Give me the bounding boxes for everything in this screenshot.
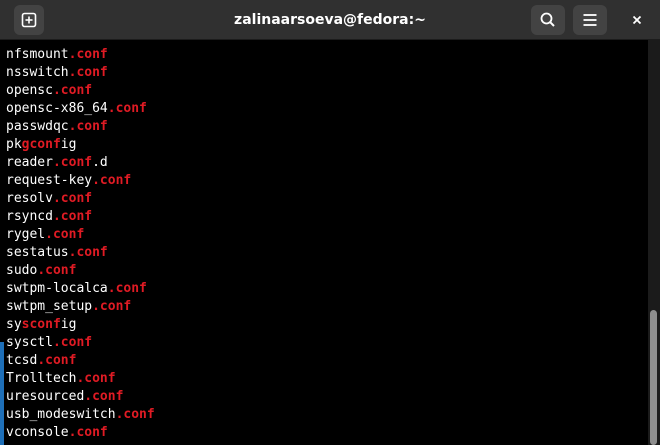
match-highlight: .conf	[52, 335, 93, 350]
line-text: sudo	[6, 263, 38, 278]
terminal-line: usb_modeswitch.conf	[0, 406, 648, 424]
line-text: ig	[60, 317, 77, 332]
line-text: pk	[6, 137, 22, 152]
line-text: request-key	[6, 173, 93, 188]
line-text: Trolltech	[6, 371, 77, 386]
line-text: reader	[6, 155, 53, 170]
terminal-window: zalinaarsoeva@fedora:~ nfsmount.conf nss…	[0, 0, 660, 445]
match-highlight: sconf	[21, 317, 61, 332]
match-highlight: .conf	[68, 65, 108, 80]
match-highlight: .conf	[84, 389, 124, 404]
line-text: .d	[92, 155, 108, 170]
line-text: uresourced	[6, 389, 85, 404]
terminal-line: opensc.conf	[0, 82, 648, 100]
line-text: opensc	[6, 83, 53, 98]
line-text: rsyncd	[6, 209, 53, 224]
terminal-line: rygel.conf	[0, 226, 648, 244]
terminal-line: sestatus.conf	[0, 244, 648, 262]
match-highlight: .conf	[68, 245, 108, 260]
new-tab-button[interactable]	[14, 5, 44, 35]
line-text: nfsmount	[6, 47, 69, 62]
main-menu-button[interactable]	[573, 5, 607, 35]
terminal-line: passwdqc.conf	[0, 118, 648, 136]
terminal-line: sysctl.conf	[0, 334, 648, 352]
terminal-output[interactable]: nfsmount.conf nsswitch.conf opensc.conf ope…	[0, 40, 648, 445]
match-highlight: .conf	[92, 173, 132, 188]
match-highlight: .conf	[68, 425, 108, 440]
terminal-line: sudo.conf	[0, 262, 648, 280]
close-button[interactable]	[622, 5, 652, 35]
match-highlight: .conf	[107, 101, 147, 116]
terminal-line: Trolltech.conf	[0, 370, 648, 388]
match-highlight: .conf	[52, 155, 93, 170]
match-highlight: .conf	[107, 281, 147, 296]
line-text: tcsd	[6, 353, 38, 368]
match-highlight: .conf	[37, 263, 77, 278]
line-text: sestatus	[6, 245, 69, 260]
line-text: nsswitch	[6, 65, 69, 80]
terminal-line: vconsole.conf	[0, 424, 648, 442]
line-text: swtpm-localca	[6, 281, 108, 296]
terminal-line: pkgconfig	[0, 136, 648, 154]
match-highlight: .conf	[45, 227, 85, 242]
line-text: rygel	[6, 227, 46, 242]
terminal-line: opensc-x86_64.conf	[0, 100, 648, 118]
terminal-line: reader.conf.d	[0, 154, 648, 172]
terminal-line: nfsmount.conf	[0, 46, 648, 64]
match-highlight: .conf	[52, 209, 93, 224]
line-text: sy	[6, 317, 22, 332]
line-text: ig	[60, 137, 77, 152]
line-text: usb_modeswitch	[6, 407, 116, 422]
line-text: swtpm_setup	[6, 299, 93, 314]
match-highlight: .conf	[76, 371, 116, 386]
search-button[interactable]	[531, 5, 565, 35]
terminal-line: rsyncd.conf	[0, 208, 648, 226]
match-highlight: .conf	[52, 191, 93, 206]
terminal-line: resolv.conf	[0, 190, 648, 208]
match-highlight: .conf	[52, 83, 93, 98]
terminal-line: request-key.conf	[0, 172, 648, 190]
terminal-line: swtpm-localca.conf	[0, 280, 648, 298]
match-highlight: .conf	[68, 47, 108, 62]
match-highlight: .conf	[92, 299, 132, 314]
terminal-line: tcsd.conf	[0, 352, 648, 370]
scrollbar-thumb[interactable]	[650, 310, 657, 445]
match-highlight: .conf	[68, 119, 108, 134]
match-highlight: gconf	[21, 137, 61, 152]
line-text: resolv	[6, 191, 53, 206]
line-text: opensc-x86_64	[6, 101, 108, 116]
line-text: vconsole	[6, 425, 69, 440]
header-bar: zalinaarsoeva@fedora:~	[0, 0, 660, 40]
match-highlight: .conf	[115, 407, 155, 422]
terminal-line: swtpm_setup.conf	[0, 298, 648, 316]
terminal-line: nsswitch.conf	[0, 64, 648, 82]
line-text: passwdqc	[6, 119, 69, 134]
terminal-line: uresourced.conf	[0, 388, 648, 406]
vertical-scrollbar[interactable]	[648, 40, 660, 445]
terminal-left-accent	[0, 342, 4, 445]
terminal-line: sysconfig	[0, 316, 648, 334]
match-highlight: .conf	[37, 353, 77, 368]
window-title: zalinaarsoeva@fedora:~	[234, 12, 426, 28]
line-text: sysctl	[6, 335, 53, 350]
